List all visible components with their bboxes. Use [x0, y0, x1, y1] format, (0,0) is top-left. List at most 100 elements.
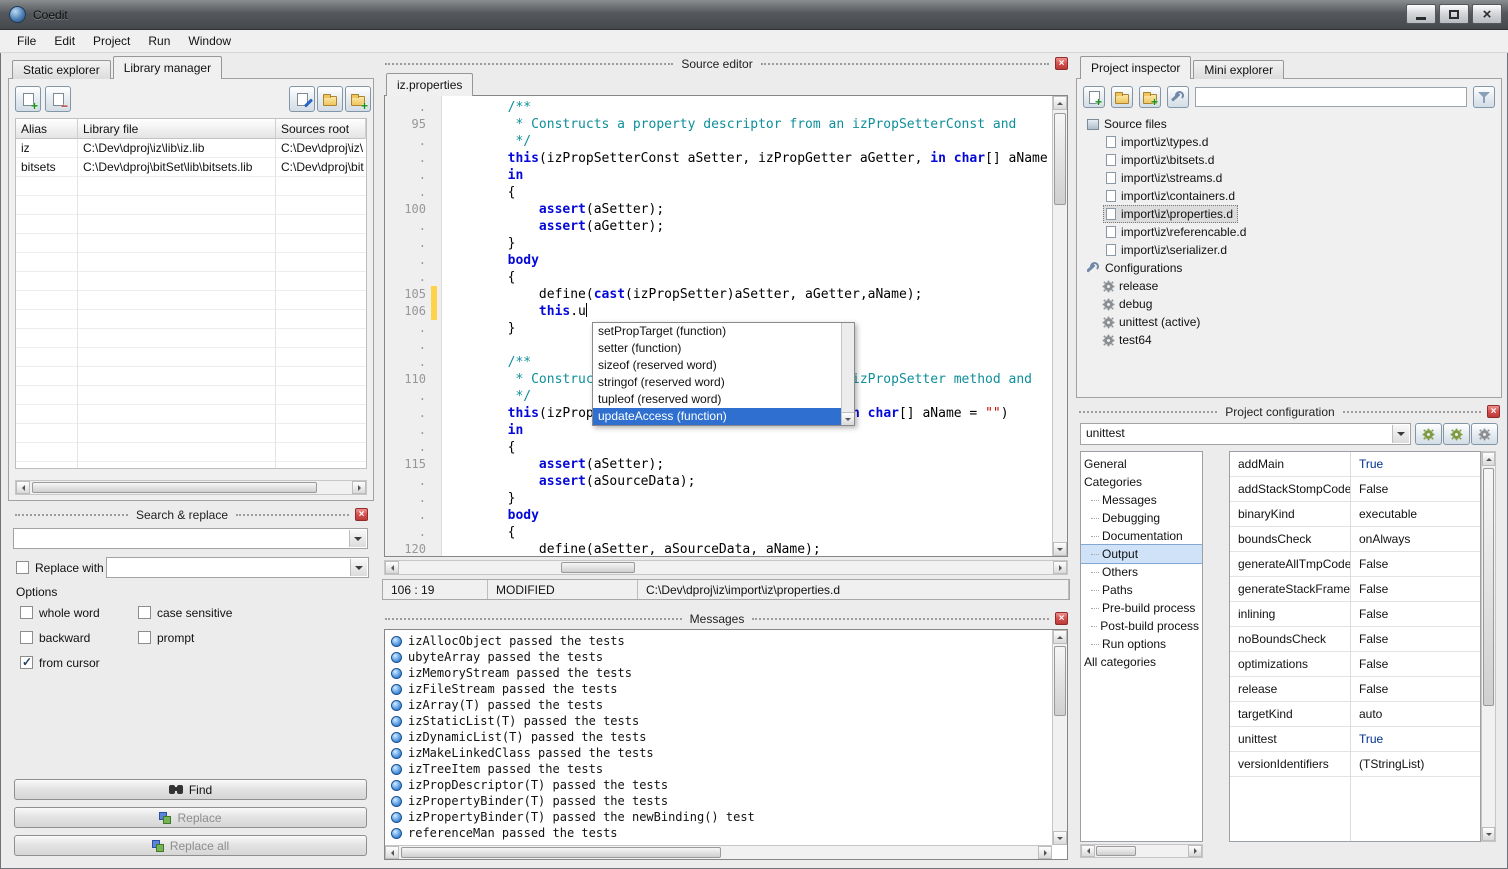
column-header[interactable]: Alias	[16, 119, 78, 139]
completion-item[interactable]: stringof (reserved word)	[593, 374, 841, 391]
library-hscrollbar[interactable]	[15, 480, 367, 495]
messages-hscrollbar[interactable]	[385, 845, 1052, 859]
option-from-cursor[interactable]: from cursor	[20, 650, 138, 675]
checkbox[interactable]	[20, 606, 33, 619]
tab-static-explorer[interactable]: Static explorer	[12, 60, 111, 79]
property-row[interactable]: generateAllTmpCodeFalse	[1230, 552, 1480, 577]
message-item[interactable]: izMakeLinkedClass passed the tests	[386, 745, 1051, 761]
category-general[interactable]: General	[1081, 455, 1202, 473]
completion-item[interactable]: sizeof (reserved word)	[593, 357, 841, 374]
message-item[interactable]: izArray(T) passed the tests	[386, 697, 1051, 713]
configuration-node[interactable]: release	[1087, 277, 1495, 295]
scroll-up-button[interactable]	[1053, 630, 1067, 644]
checkbox[interactable]	[20, 631, 33, 644]
scroll-thumb[interactable]	[1054, 646, 1066, 716]
scroll-thumb[interactable]	[1054, 113, 1066, 205]
scroll-right-button[interactable]	[352, 481, 366, 494]
scroll-thumb[interactable]	[401, 847, 721, 858]
category-debugging[interactable]: Debugging	[1081, 509, 1202, 527]
add-source-button[interactable]	[1083, 86, 1105, 108]
property-row[interactable]: binaryKindexecutable	[1230, 502, 1480, 527]
option-backward[interactable]: backward	[20, 625, 138, 650]
minimize-button[interactable]	[1406, 4, 1436, 24]
property-row[interactable]: optimizationsFalse	[1230, 652, 1480, 677]
checkbox[interactable]	[20, 656, 33, 669]
config-action-button-2[interactable]	[1443, 423, 1470, 445]
completion-item[interactable]: tupleof (reserved word)	[593, 391, 841, 408]
checkbox[interactable]	[138, 631, 151, 644]
column-header[interactable]: Library file	[78, 119, 276, 139]
scroll-down-button[interactable]	[1053, 542, 1067, 556]
tab-project-inspector[interactable]: Project inspector	[1080, 56, 1191, 79]
property-row[interactable]: noBoundsCheckFalse	[1230, 627, 1480, 652]
source-file-node[interactable]: import\iz\properties.d	[1087, 205, 1495, 223]
property-grid-vscrollbar[interactable]	[1481, 451, 1496, 842]
property-row[interactable]: inliningFalse	[1230, 602, 1480, 627]
menu-window[interactable]: Window	[179, 31, 240, 51]
menu-project[interactable]: Project	[84, 31, 139, 51]
category-documentation[interactable]: Documentation	[1081, 527, 1202, 545]
category-others[interactable]: Others	[1081, 563, 1202, 581]
checkbox[interactable]	[138, 606, 151, 619]
category-paths[interactable]: Paths	[1081, 581, 1202, 599]
scroll-thumb[interactable]	[1483, 468, 1494, 706]
replace-button[interactable]: Replace	[14, 807, 367, 828]
message-item[interactable]: izPropDescriptor(T) passed the tests	[386, 777, 1051, 793]
configuration-node[interactable]: test64	[1087, 331, 1495, 349]
completion-item[interactable]: updateAccess (function)	[593, 408, 841, 425]
source-file-node[interactable]: import\iz\streams.d	[1087, 169, 1495, 187]
edit-library-button[interactable]	[289, 86, 315, 112]
option-whole-word[interactable]: whole word	[20, 600, 138, 625]
source-file-node[interactable]: import\iz\bitsets.d	[1087, 151, 1495, 169]
combo-dropdown-button[interactable]	[350, 559, 367, 576]
column-header[interactable]: Sources root	[276, 119, 366, 139]
replace-with-checkbox[interactable]	[16, 561, 29, 574]
completion-item[interactable]: setPropTarget (function)	[593, 323, 841, 340]
library-row[interactable]: izC:\Dev\dproj\iz\lib\iz.libC:\Dev\dproj…	[16, 139, 366, 158]
source-file-node[interactable]: import\iz\types.d	[1087, 133, 1495, 151]
message-item[interactable]: izPropertyBinder(T) passed the newBindin…	[386, 809, 1051, 825]
configurations-node[interactable]: Configurations	[1087, 259, 1495, 277]
messages-vscrollbar[interactable]	[1052, 630, 1067, 845]
property-row[interactable]: versionIdentifiers(TStringList)	[1230, 752, 1480, 777]
messages-close-button[interactable]	[1055, 612, 1068, 625]
search-replace-close-button[interactable]	[355, 508, 368, 521]
categories-hscrollbar[interactable]	[1080, 844, 1203, 858]
message-item[interactable]: izFileStream passed the tests	[386, 681, 1051, 697]
message-item[interactable]: referenceMan passed the tests	[386, 825, 1051, 841]
maximize-button[interactable]	[1439, 4, 1469, 24]
scroll-up-button[interactable]	[1482, 452, 1495, 466]
source-file-node[interactable]: import\iz\referencable.d	[1087, 223, 1495, 241]
scroll-left-button[interactable]	[16, 481, 30, 494]
completion-scrollbar[interactable]	[841, 323, 854, 425]
source-files-node[interactable]: Source files	[1087, 115, 1495, 133]
scroll-right-button[interactable]	[1053, 561, 1067, 574]
scroll-thumb[interactable]	[561, 562, 635, 573]
option-case-sensitive[interactable]: case sensitive	[138, 600, 232, 625]
scroll-right-button[interactable]	[1038, 846, 1052, 859]
menu-file[interactable]: File	[8, 31, 45, 51]
property-row[interactable]: addStackStompCodeFalse	[1230, 477, 1480, 502]
message-item[interactable]: izPropertyBinder(T) passed the tests	[386, 793, 1051, 809]
property-row[interactable]: targetKindauto	[1230, 702, 1480, 727]
category-messages[interactable]: Messages	[1081, 491, 1202, 509]
property-row[interactable]: addMainTrue	[1230, 452, 1480, 477]
config-selector[interactable]: unittest	[1080, 423, 1411, 445]
filter-button[interactable]	[1473, 86, 1495, 108]
message-item[interactable]: izDynamicList(T) passed the tests	[386, 729, 1051, 745]
combo-dropdown-button[interactable]	[1392, 425, 1409, 443]
menu-run[interactable]: Run	[139, 31, 179, 51]
option-prompt[interactable]: prompt	[138, 625, 232, 650]
scroll-down-button[interactable]	[842, 412, 854, 425]
scroll-up-button[interactable]	[1053, 96, 1067, 110]
message-item[interactable]: izStaticList(T) passed the tests	[386, 713, 1051, 729]
replace-all-button[interactable]: Replace all	[14, 835, 367, 856]
configuration-node[interactable]: unittest (active)	[1087, 313, 1495, 331]
editor-tab[interactable]: iz.properties	[386, 73, 473, 96]
search-term-combo[interactable]	[13, 528, 368, 549]
remove-library-button[interactable]	[45, 86, 71, 112]
message-item[interactable]: ubyteArray passed the tests	[386, 649, 1051, 665]
tab-mini-explorer[interactable]: Mini explorer	[1193, 60, 1284, 79]
scroll-down-button[interactable]	[1482, 827, 1495, 841]
category-all-categories[interactable]: All categories	[1081, 653, 1202, 671]
